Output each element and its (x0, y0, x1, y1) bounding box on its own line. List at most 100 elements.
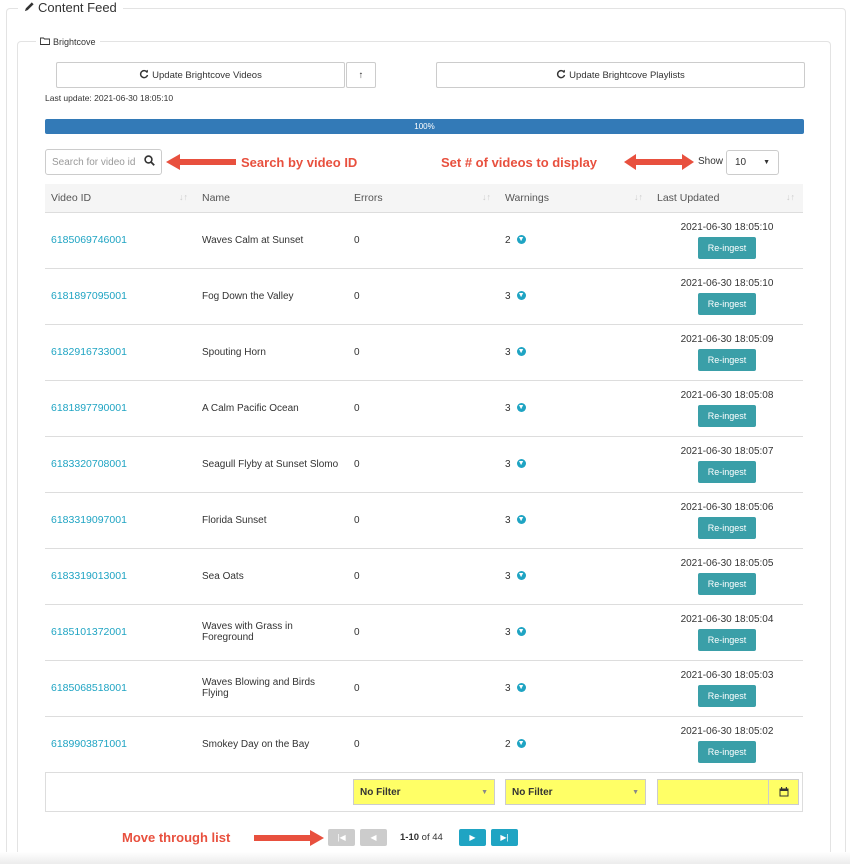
expand-warnings-icon[interactable]: ▼ (516, 459, 526, 469)
pager-total: of 44 (421, 832, 443, 843)
video-id-link[interactable]: 6181897095001 (51, 290, 127, 302)
warnings-cell: 3 ▼ (499, 380, 651, 437)
warnings-filter-select[interactable]: No Filter ▼ (505, 779, 646, 805)
arrow-up-icon: ↑ (358, 69, 364, 81)
table-row: 6185069746001 Waves Calm at Sunset 0 2 ▼ … (45, 212, 803, 269)
warnings-filter-value: No Filter (512, 786, 553, 798)
last-page-button[interactable]: ▶| (491, 829, 518, 846)
reingest-button[interactable]: Re-ingest (697, 348, 757, 371)
expand-warnings-icon[interactable]: ▼ (516, 347, 526, 357)
video-id-link[interactable]: 6183319097001 (51, 514, 127, 526)
expand-warnings-icon[interactable]: ▼ (516, 291, 526, 301)
reingest-button[interactable]: Re-ingest (697, 572, 757, 595)
video-id-cell: 6181897790001 (45, 380, 196, 437)
errors-count: 0 (354, 234, 360, 246)
reingest-button[interactable]: Re-ingest (697, 236, 757, 259)
errors-cell: 0 (348, 604, 499, 661)
search-input[interactable]: Search for video id (45, 149, 162, 175)
caret-down-icon: ▼ (763, 159, 770, 166)
errors-count: 0 (354, 738, 360, 750)
video-id-link[interactable]: 6183319013001 (51, 570, 127, 582)
warnings-count: 3 (505, 458, 511, 470)
expand-warnings-icon[interactable]: ▼ (516, 683, 526, 693)
reingest-button[interactable]: Re-ingest (697, 628, 757, 651)
reingest-button[interactable]: Re-ingest (697, 292, 757, 315)
show-count-value: 10 (735, 157, 747, 168)
last-update-text: Last update: 2021-06-30 18:05:10 (45, 93, 174, 103)
last-updated-cell: 2021-06-30 18:05:04 Re-ingest (651, 604, 803, 661)
update-playlists-button[interactable]: Update Brightcove Playlists (436, 62, 805, 88)
reingest-button[interactable]: Re-ingest (697, 460, 757, 483)
video-id-link[interactable]: 6183320708001 (51, 458, 127, 470)
reingest-button[interactable]: Re-ingest (697, 684, 757, 707)
expand-warnings-icon[interactable]: ▼ (516, 403, 526, 413)
column-header-errors[interactable]: Errors ↓↑ (348, 184, 499, 213)
errors-count: 0 (354, 570, 360, 582)
video-name-cell: A Calm Pacific Ocean (196, 380, 348, 437)
errors-count: 0 (354, 346, 360, 358)
warnings-count: 3 (505, 514, 511, 526)
video-name: Florida Sunset (202, 514, 267, 526)
scroll-top-button[interactable]: ↑ (346, 62, 376, 88)
reingest-button[interactable]: Re-ingest (697, 740, 757, 763)
reingest-button[interactable]: Re-ingest (697, 516, 757, 539)
column-header-video-id[interactable]: Video ID ↓↑ (45, 184, 196, 213)
next-page-icon: ▶ (469, 833, 476, 842)
sort-icon: ↓↑ (786, 192, 795, 202)
video-name: A Calm Pacific Ocean (202, 402, 299, 414)
prev-page-icon: ◀ (370, 833, 377, 842)
video-name-cell: Spouting Horn (196, 324, 348, 381)
errors-count: 0 (354, 290, 360, 302)
video-name: Fog Down the Valley (202, 290, 294, 302)
table-row: 6189903871001 Smokey Day on the Bay 0 2 ▼… (45, 716, 803, 773)
errors-count: 0 (354, 514, 360, 526)
video-id-cell: 6183320708001 (45, 436, 196, 493)
expand-warnings-icon[interactable]: ▼ (516, 739, 526, 749)
warnings-count: 3 (505, 402, 511, 414)
expand-warnings-icon[interactable]: ▼ (516, 627, 526, 637)
expand-warnings-icon[interactable]: ▼ (516, 515, 526, 525)
last-updated-time: 2021-06-30 18:05:10 (680, 221, 774, 233)
warnings-cell: 3 ▼ (499, 436, 651, 493)
search-placeholder: Search for video id (52, 156, 136, 168)
calendar-icon[interactable] (768, 780, 798, 804)
video-id-cell: 6182916733001 (45, 324, 196, 381)
expand-warnings-icon[interactable]: ▼ (516, 571, 526, 581)
table-header-row: Video ID ↓↑ Name Errors ↓↑ Warnings ↓↑ Last… (45, 184, 803, 213)
errors-filter-select[interactable]: No Filter ▼ (353, 779, 495, 805)
video-id-link[interactable]: 6185101372001 (51, 626, 127, 638)
video-name-cell: Waves Blowing and Birds Flying (196, 660, 348, 717)
column-header-last-updated[interactable]: Last Updated ↓↑ (651, 184, 803, 213)
sort-icon: ↓↑ (179, 192, 188, 202)
folder-icon (40, 37, 50, 47)
last-updated-cell: 2021-06-30 18:05:09 Re-ingest (651, 324, 803, 381)
prev-page-button[interactable]: ◀ (360, 829, 387, 846)
video-id-link[interactable]: 6181897790001 (51, 402, 127, 414)
video-id-link[interactable]: 6189903871001 (51, 738, 127, 750)
expand-warnings-icon[interactable]: ▼ (516, 235, 526, 245)
column-header-warnings[interactable]: Warnings ↓↑ (499, 184, 651, 213)
video-name: Waves with Grass in Foreground (202, 621, 293, 643)
table-row: 6182916733001 Spouting Horn 0 3 ▼ 2021-06… (45, 324, 803, 381)
warnings-count: 3 (505, 682, 511, 694)
show-count-select[interactable]: 10 ▼ (726, 150, 779, 175)
first-page-button[interactable]: |◀ (328, 829, 355, 846)
warnings-cell: 3 ▼ (499, 268, 651, 325)
progress-fill: 100% (45, 119, 804, 134)
video-id-cell: 6185069746001 (45, 212, 196, 269)
video-id-link[interactable]: 6185068518001 (51, 682, 127, 694)
video-name-cell: Waves Calm at Sunset (196, 212, 348, 269)
last-updated-cell: 2021-06-30 18:05:10 Re-ingest (651, 212, 803, 269)
video-id-cell: 6185068518001 (45, 660, 196, 717)
date-filter-input[interactable] (657, 779, 799, 805)
video-name-cell: Waves with Grass in Foreground (196, 604, 348, 661)
pager-range-value: 1-10 (400, 832, 420, 843)
warnings-count: 3 (505, 570, 511, 582)
next-page-button[interactable]: ▶ (459, 829, 486, 846)
video-id-link[interactable]: 6185069746001 (51, 234, 127, 246)
warnings-count: 2 (505, 234, 511, 246)
update-videos-button[interactable]: Update Brightcove Videos (56, 62, 345, 88)
brightcove-legend: Brightcove (36, 37, 100, 47)
video-id-link[interactable]: 6182916733001 (51, 346, 127, 358)
reingest-button[interactable]: Re-ingest (697, 404, 757, 427)
